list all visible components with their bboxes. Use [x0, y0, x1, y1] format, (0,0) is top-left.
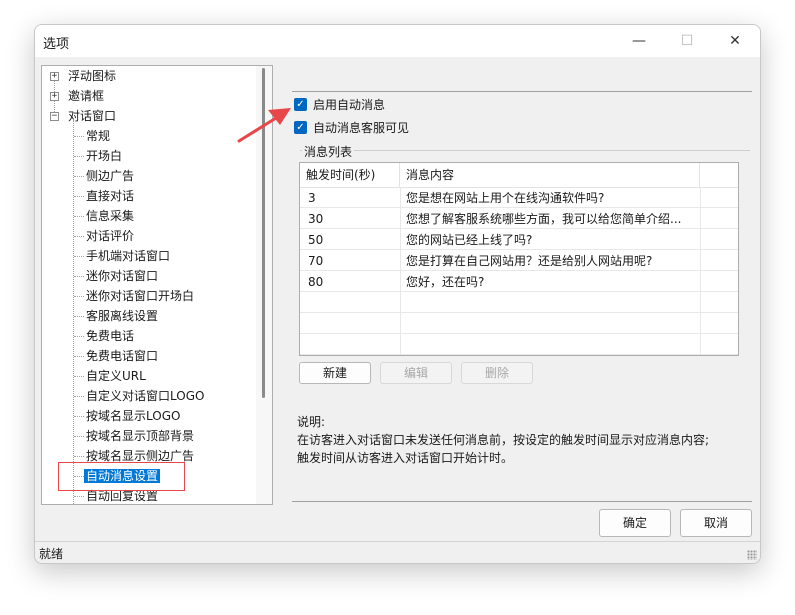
cell-content: 您的网站已经上线了吗? [406, 233, 533, 247]
new-button[interactable]: 新建 [299, 362, 371, 384]
table-row[interactable]: 70 您是打算在自己网站用？还是给别人网站用呢? [300, 251, 738, 271]
tree-item-floating-icon[interactable]: 浮动图标 [68, 66, 116, 86]
cell-content: 您好，还在吗? [406, 275, 485, 289]
tree-item-domain-header-bg[interactable]: 按域名显示顶部背景 [86, 426, 194, 446]
tree-item-free-call-window[interactable]: 免费电话窗口 [86, 346, 158, 366]
expand-icon[interactable]: + [50, 72, 59, 81]
cell-content: 您是想在网站上用个在线沟通软件吗? [406, 191, 605, 205]
annotation-highlight-box [58, 462, 185, 491]
cell-time: 50 [308, 233, 324, 247]
notes-heading: 说明: [297, 415, 326, 429]
agent-visible-checkbox[interactable]: ✓ [294, 121, 307, 134]
empty-row [300, 335, 738, 355]
notes-line-2: 触发时间从访客进入对话窗口开始计时。 [297, 451, 514, 465]
collapse-icon[interactable]: − [50, 112, 59, 121]
column-header-time[interactable]: 触发时间(秒) [300, 163, 400, 187]
table-row[interactable]: 80 您好，还在吗? [300, 272, 738, 292]
tree-item-mini-opening[interactable]: 迷你对话窗口开场白 [86, 286, 194, 306]
window-title: 选项 [43, 37, 70, 52]
enable-auto-message-checkbox[interactable]: ✓ [294, 98, 307, 111]
ok-button[interactable]: 确定 [599, 509, 671, 537]
status-text: 就绪 [39, 547, 64, 561]
table-row[interactable]: 50 您的网站已经上线了吗? [300, 230, 738, 250]
table-row[interactable]: 30 您想了解客服系统哪些方面，我可以给您简单介绍... [300, 209, 738, 229]
tree-item-chat-window[interactable]: 对话窗口 [68, 106, 116, 126]
tree-item-invite-box[interactable]: 邀请框 [68, 86, 104, 106]
message-table[interactable]: 触发时间(秒) 消息内容 3 您是想在网站上用个在线沟通软件吗? 30 您想了解… [299, 162, 739, 356]
cell-content: 您想了解客服系统哪些方面，我可以给您简单介绍... [406, 212, 682, 226]
cell-time: 70 [308, 254, 324, 268]
cell-content: 您是打算在自己网站用？还是给别人网站用呢? [406, 254, 653, 268]
settings-tree[interactable]: + 浮动图标 + 邀请框 − 对话窗口 常规 开场白 侧边广告 直接对话 信息采… [41, 65, 273, 505]
empty-row [300, 293, 738, 313]
minimize-button[interactable]: — [616, 25, 662, 57]
resize-grip-icon[interactable] [747, 550, 757, 560]
message-list-title: 消息列表 [302, 143, 355, 160]
title-bar[interactable]: 选项 — ☐ ✕ [35, 25, 760, 57]
cell-time: 30 [308, 212, 324, 226]
cell-time: 3 [308, 191, 316, 205]
group-border [300, 150, 750, 151]
tree-item-custom-logo[interactable]: 自定义对话窗口LOGO [86, 386, 204, 406]
status-bar: 就绪 [35, 541, 760, 563]
tree-item-mobile-chat[interactable]: 手机端对话窗口 [86, 246, 170, 266]
tree-item-side-ad[interactable]: 侧边广告 [86, 166, 134, 186]
tree-scrollbar[interactable] [256, 66, 272, 504]
tree-item-info-collect[interactable]: 信息采集 [86, 206, 134, 226]
tree-item-chat-rating[interactable]: 对话评价 [86, 226, 134, 246]
cancel-button[interactable]: 取消 [680, 509, 752, 537]
tree-item-direct-chat[interactable]: 直接对话 [86, 186, 134, 206]
enable-auto-message-label[interactable]: 启用自动消息 [313, 96, 385, 113]
tree-item-custom-url[interactable]: 自定义URL [86, 366, 146, 386]
notes-line-1: 在访客进入对话窗口未发送任何消息前，按设定的触发时间显示对应消息内容; [297, 433, 710, 447]
tree-item-free-call[interactable]: 免费电话 [86, 326, 134, 346]
edit-button[interactable]: 编辑 [380, 362, 452, 384]
delete-button[interactable]: 删除 [461, 362, 533, 384]
column-header-content[interactable]: 消息内容 [400, 163, 700, 187]
tree-item-offline[interactable]: 客服离线设置 [86, 306, 158, 326]
agent-visible-label[interactable]: 自动消息客服可见 [313, 119, 409, 136]
expand-icon[interactable]: + [50, 92, 59, 101]
table-row[interactable]: 3 您是想在网站上用个在线沟通软件吗? [300, 188, 738, 208]
tree-item-domain-logo[interactable]: 按域名显示LOGO [86, 406, 180, 426]
tree-item-opening[interactable]: 开场白 [86, 146, 122, 166]
bottom-separator [292, 501, 752, 502]
empty-row [300, 314, 738, 334]
tree-item-mini-chat[interactable]: 迷你对话窗口 [86, 266, 158, 286]
maximize-button[interactable]: ☐ [664, 25, 710, 57]
cell-time: 80 [308, 275, 324, 289]
tree-scroll-thumb[interactable] [262, 68, 265, 398]
tree-item-general[interactable]: 常规 [86, 126, 110, 146]
close-button[interactable]: ✕ [712, 25, 758, 57]
top-separator [292, 91, 752, 92]
